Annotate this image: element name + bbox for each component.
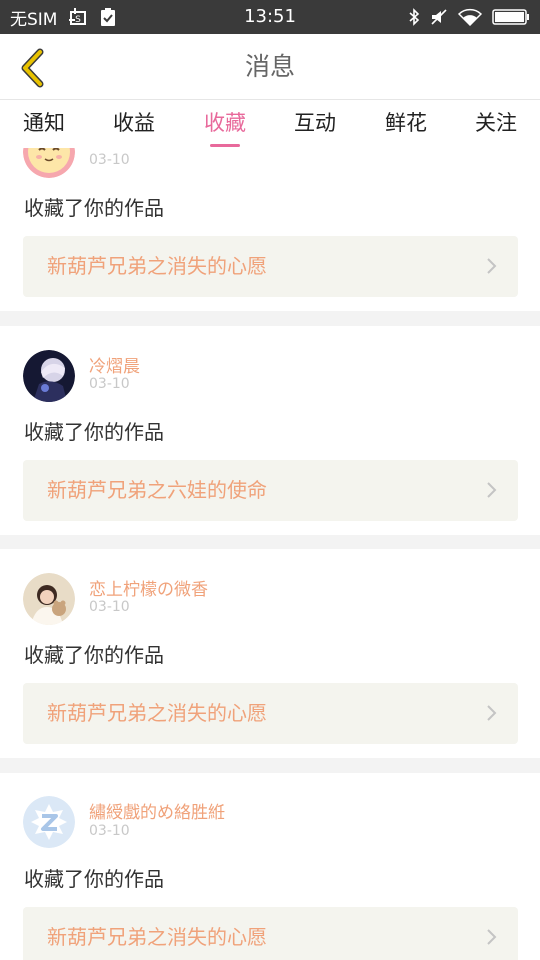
- header: 消息: [0, 34, 540, 100]
- user-name[interactable]: 冷熠晨: [89, 352, 140, 377]
- cartoon-face-avatar: [23, 148, 75, 178]
- tab-label: 鲜花: [385, 111, 427, 135]
- tab-notifications[interactable]: 通知: [9, 100, 79, 148]
- avatar[interactable]: [23, 796, 75, 848]
- work-link[interactable]: 新葫芦兄弟之消失的心愿: [23, 236, 518, 297]
- message-action: 收藏了你的作品: [24, 643, 164, 667]
- list-item: 03-10 收藏了你的作品 新葫芦兄弟之消失的心愿: [0, 148, 540, 311]
- tab-label: 收藏: [204, 111, 246, 135]
- wifi-icon: [458, 8, 482, 26]
- avatar[interactable]: [23, 148, 75, 178]
- message-date: 03-10: [89, 152, 130, 168]
- tab-interactions[interactable]: 互动: [280, 100, 350, 148]
- page-title: 消息: [244, 52, 295, 81]
- message-action: 收藏了你的作品: [24, 867, 164, 891]
- chevron-right-icon: [487, 258, 497, 274]
- anime-character-avatar: [23, 350, 75, 402]
- tab-bar: 通知 收益 收藏 互动 鲜花 关注: [0, 100, 540, 148]
- avatar[interactable]: [23, 573, 75, 625]
- girl-photo-avatar: [23, 573, 75, 625]
- bluetooth-icon: [408, 8, 420, 26]
- default-app-avatar: [23, 796, 75, 848]
- message-action: 收藏了你的作品: [24, 196, 164, 220]
- work-title: 新葫芦兄弟之六娃的使命: [47, 478, 267, 502]
- list-item: 繡綬戲的め絡胜絍 03-10 收藏了你的作品 新葫芦兄弟之消失的心愿: [0, 773, 540, 960]
- avatar[interactable]: [23, 350, 75, 402]
- message-date: 03-10: [89, 823, 130, 839]
- list-item: 冷熠晨 03-10 收藏了你的作品 新葫芦兄弟之六娃的使命: [0, 326, 540, 535]
- active-tab-indicator: [210, 144, 240, 147]
- status-bar: 无SIM S 13:51: [0, 0, 540, 34]
- tab-flowers[interactable]: 鲜花: [371, 100, 441, 148]
- message-list[interactable]: 03-10 收藏了你的作品 新葫芦兄弟之消失的心愿 冷熠晨 03-10 收藏了你…: [0, 148, 540, 960]
- chevron-right-icon: [487, 705, 497, 721]
- work-title: 新葫芦兄弟之消失的心愿: [47, 925, 267, 949]
- user-name[interactable]: 繡綬戲的め絡胜絍: [89, 798, 225, 823]
- tab-following[interactable]: 关注: [461, 100, 531, 148]
- tab-earnings[interactable]: 收益: [99, 100, 169, 148]
- battery-icon: [492, 8, 530, 26]
- work-title: 新葫芦兄弟之消失的心愿: [47, 701, 267, 725]
- tab-favorites[interactable]: 收藏: [190, 100, 260, 148]
- status-right: [408, 0, 530, 34]
- work-link[interactable]: 新葫芦兄弟之六娃的使命: [23, 460, 518, 521]
- tab-label: 关注: [475, 111, 517, 135]
- work-link[interactable]: 新葫芦兄弟之消失的心愿: [23, 907, 518, 960]
- tab-label: 收益: [113, 111, 155, 135]
- list-item: 恋上柠檬の微香 03-10 收藏了你的作品 新葫芦兄弟之消失的心愿: [0, 549, 540, 758]
- work-link[interactable]: 新葫芦兄弟之消失的心愿: [23, 683, 518, 744]
- tab-label: 通知: [23, 111, 65, 135]
- chevron-right-icon: [487, 929, 497, 945]
- message-action: 收藏了你的作品: [24, 420, 164, 444]
- work-title: 新葫芦兄弟之消失的心愿: [47, 254, 267, 278]
- message-date: 03-10: [89, 599, 130, 615]
- message-date: 03-10: [89, 376, 130, 392]
- mute-icon: [430, 8, 448, 26]
- tab-label: 互动: [294, 111, 336, 135]
- user-name[interactable]: 恋上柠檬の微香: [89, 575, 208, 600]
- chevron-right-icon: [487, 482, 497, 498]
